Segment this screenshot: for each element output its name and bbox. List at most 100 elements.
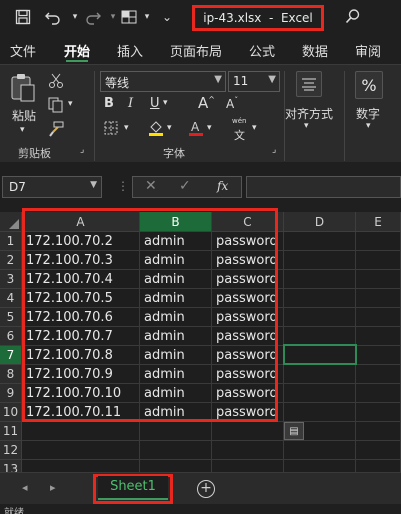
tab-insert[interactable]: 插入 [117,41,143,60]
number-format-button[interactable]: % [355,71,383,99]
next-sheet-icon[interactable]: ▸ [50,481,56,494]
table-cell[interactable] [356,403,401,422]
search-icon[interactable] [345,8,361,28]
table-cell[interactable] [284,232,356,251]
row-header[interactable]: 6 [0,327,22,346]
shrink-font-button[interactable]: Aˇ [226,96,238,111]
table-cell[interactable]: 172.100.70.10 [22,384,140,403]
table-cell[interactable] [212,441,284,460]
grow-font-button[interactable]: A^ [198,94,215,112]
table-cell[interactable] [356,365,401,384]
table-format-icon[interactable] [120,8,138,26]
table-cell[interactable] [140,441,212,460]
column-header-b[interactable]: B [140,212,212,232]
undo-dropdown-icon[interactable]: ▾ [66,8,84,26]
table-cell[interactable]: password [212,251,284,270]
copy-icon[interactable] [48,97,64,116]
format-painter-icon[interactable] [48,121,64,140]
table-cell[interactable]: 172.100.70.6 [22,308,140,327]
paste-label[interactable]: 粘贴 [12,107,36,124]
cut-icon[interactable] [48,73,64,92]
column-header-a[interactable]: A [22,212,140,232]
table-cell[interactable]: 172.100.70.5 [22,289,140,308]
sheet-tab-sheet1[interactable]: Sheet1 [98,476,168,500]
borders-dropdown-icon[interactable]: ▾ [124,123,129,133]
table-cell[interactable]: admin [140,232,212,251]
table-cell[interactable]: admin [140,346,212,365]
font-color-dropdown-icon[interactable]: ▾ [207,123,212,133]
alignment-dropdown-icon[interactable]: ▾ [304,121,309,131]
clipboard-launcher-icon[interactable]: ⌟ [80,145,84,155]
tab-home[interactable]: 开始 [64,41,90,60]
table-cell[interactable]: 172.100.70.7 [22,327,140,346]
table-cell[interactable]: admin [140,289,212,308]
tab-data[interactable]: 数据 [302,41,328,60]
select-all-corner[interactable] [0,212,22,232]
number-label[interactable]: 数字 [356,105,380,122]
bold-button[interactable]: B [104,96,114,111]
table-cell[interactable]: password [212,327,284,346]
table-format-dropdown-icon[interactable]: ▾ [138,8,156,26]
tab-page-layout[interactable]: 页面布局 [170,41,222,60]
table-cell[interactable]: password [212,403,284,422]
table-cell[interactable]: 172.100.70.2 [22,232,140,251]
undo-icon[interactable] [44,8,62,26]
table-cell[interactable] [284,441,356,460]
table-cell[interactable] [356,308,401,327]
borders-icon[interactable] [104,121,118,138]
table-cell[interactable] [284,289,356,308]
add-sheet-button[interactable]: + [197,480,215,498]
column-header-d[interactable]: D [284,212,356,232]
prev-sheet-icon[interactable]: ◂ [22,481,28,494]
customize-toolbar-icon[interactable]: ⌄ [158,8,176,26]
column-header-e[interactable]: E [356,212,401,232]
tab-formulas[interactable]: 公式 [249,41,275,60]
table-cell[interactable]: 172.100.70.8 [22,346,140,365]
table-cell[interactable]: password [212,289,284,308]
table-cell[interactable]: password [212,365,284,384]
column-header-c[interactable]: C [212,212,284,232]
font-name-select[interactable]: 等线 ▼ [100,71,226,92]
paste-icon[interactable] [10,73,36,106]
table-cell[interactable]: password [212,346,284,365]
tab-review[interactable]: 审阅 [355,41,381,60]
row-header[interactable]: 3 [0,270,22,289]
row-header[interactable]: 7 [0,346,22,365]
table-cell[interactable]: password [212,308,284,327]
table-cell[interactable] [356,384,401,403]
table-cell[interactable]: password [212,232,284,251]
more-options-icon[interactable]: ⋮ [117,179,129,193]
table-cell[interactable]: 172.100.70.9 [22,365,140,384]
row-header[interactable]: 4 [0,289,22,308]
paste-dropdown-icon[interactable]: ▾ [20,125,25,135]
table-cell[interactable] [356,441,401,460]
formula-input[interactable] [246,176,401,198]
italic-button[interactable]: I [128,96,133,111]
phonetic-icon[interactable]: 文 [234,127,245,143]
table-cell[interactable]: password [212,384,284,403]
row-header[interactable]: 11 [0,422,22,441]
row-header[interactable]: 2 [0,251,22,270]
alignment-label[interactable]: 对齐方式 [285,105,333,122]
save-icon[interactable] [14,8,32,26]
row-header[interactable]: 1 [0,232,22,251]
table-cell[interactable]: admin [140,384,212,403]
phonetic-label[interactable]: wén [232,117,246,125]
table-cell[interactable] [356,289,401,308]
number-dropdown-icon[interactable]: ▾ [366,121,371,131]
row-header[interactable]: 12 [0,441,22,460]
table-cell[interactable] [356,232,401,251]
name-box[interactable]: D7 ▼ [2,176,102,198]
tab-file[interactable]: 文件 [10,41,36,60]
table-cell[interactable] [284,403,356,422]
table-cell[interactable]: 172.100.70.3 [22,251,140,270]
table-cell[interactable] [140,422,212,441]
underline-button[interactable]: U [150,96,160,111]
table-cell[interactable] [284,270,356,289]
confirm-icon[interactable]: ✓ [179,178,191,194]
table-cell[interactable] [356,270,401,289]
table-cell[interactable] [356,251,401,270]
insert-function-button[interactable]: fx [217,179,228,193]
table-cell[interactable] [356,346,401,365]
table-cell[interactable] [284,346,356,365]
